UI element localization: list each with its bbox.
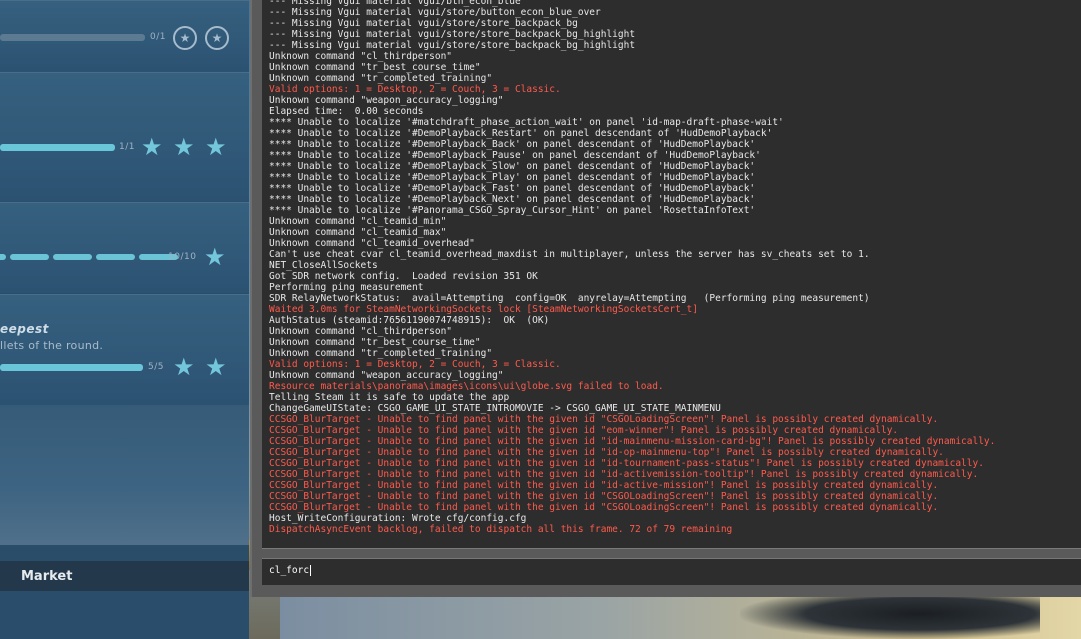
console-input[interactable]: cl_forc: [262, 558, 1081, 585]
console-line: **** Unable to localize '#DemoPlayback_F…: [269, 183, 756, 194]
mission-description: llets of the round.: [0, 339, 104, 352]
mission-lower-panel: [0, 405, 249, 545]
mission-progress-fill: [0, 364, 143, 371]
console-line: CCSGO_BlurTarget - Unable to find panel …: [269, 469, 979, 480]
market-label[interactable]: Market: [21, 569, 72, 584]
developer-console: --- Missing Vgui material vgui/btn_econ_…: [250, 0, 1081, 597]
mission-card[interactable]: 10/10 ★: [0, 202, 249, 293]
console-line: CCSGO_BlurTarget - Unable to find panel …: [269, 502, 939, 513]
console-line: CCSGO_BlurTarget - Unable to find panel …: [269, 447, 944, 458]
star-filled-icon: ★: [205, 133, 227, 161]
console-line: DispatchAsyncEvent backlog, failed to di…: [269, 524, 733, 535]
console-line: Performing ping measurement: [269, 282, 424, 293]
console-line: SDR RelayNetworkStatus: avail=Attempting…: [269, 293, 870, 304]
console-line: --- Missing Vgui material vgui/store/sto…: [269, 18, 578, 29]
console-line: Unknown command "cl_thirdperson": [269, 326, 453, 337]
console-line: Got SDR network config. Loaded revision …: [269, 271, 538, 282]
console-line: Unknown command "cl_teamid_min": [269, 216, 447, 227]
console-line: **** Unable to localize '#DemoPlayback_P…: [269, 150, 761, 161]
console-line: CCSGO_BlurTarget - Unable to find panel …: [269, 425, 899, 436]
star-outline-icon: ★: [205, 26, 229, 50]
console-line: Valid options: 1 = Desktop, 2 = Couch, 3…: [269, 84, 561, 95]
console-line: **** Unable to localize '#DemoPlayback_N…: [269, 194, 756, 205]
market-bar[interactable]: Market: [0, 561, 249, 591]
console-line: CCSGO_BlurTarget - Unable to find panel …: [269, 480, 939, 491]
mission-card[interactable]: eepest llets of the round. 5/5 ★ ★: [0, 294, 249, 405]
mission-card[interactable]: 1/1 ★ ★ ★: [0, 72, 249, 201]
text-caret: [310, 565, 312, 576]
star-filled-icon: ★: [205, 353, 227, 381]
console-line: Waited 3.0ms for SteamNetworkingSockets …: [269, 304, 698, 315]
mission-card[interactable]: 0/1 ★ ★: [0, 0, 249, 71]
star-filled-icon: ★: [173, 133, 195, 161]
console-line: Unknown command "tr_completed_training": [269, 348, 493, 359]
console-input-text[interactable]: cl_forc: [269, 565, 312, 576]
console-line: **** Unable to localize '#DemoPlayback_R…: [269, 128, 773, 139]
console-line: Valid options: 1 = Desktop, 2 = Couch, 3…: [269, 359, 561, 370]
console-line: --- Missing Vgui material vgui/btn_econ_…: [269, 0, 521, 7]
console-line: Unknown command "cl_thirdperson": [269, 51, 453, 62]
mission-progress-bar: [0, 364, 143, 371]
star-filled-icon: ★: [173, 353, 195, 381]
console-line: Resource materials\panorama\images\icons…: [269, 381, 664, 392]
console-line: **** Unable to localize '#Panorama_CSGO_…: [269, 205, 756, 216]
console-line: Unknown command "cl_teamid_max": [269, 227, 447, 238]
console-line: Unknown command "weapon_accuracy_logging…: [269, 370, 504, 381]
mission-progress-text: 10/10: [168, 252, 197, 262]
console-line: ChangeGameUIState: CSGO_GAME_UI_STATE_IN…: [269, 403, 721, 414]
mission-progress-text: 5/5: [148, 362, 164, 372]
console-line: --- Missing Vgui material vgui/store/sto…: [269, 29, 636, 40]
console-line: Host_WriteConfiguration: Wrote cfg/confi…: [269, 513, 527, 524]
console-line: Unknown command "cl_teamid_overhead": [269, 238, 475, 249]
console-line: CCSGO_BlurTarget - Unable to find panel …: [269, 414, 939, 425]
mission-title: eepest: [0, 322, 49, 336]
mission-progress-bar: [0, 34, 145, 41]
console-line: Can't use cheat cvar cl_teamid_overhead_…: [269, 249, 870, 260]
console-line: NET_CloseAllSockets: [269, 260, 378, 271]
console-line: Unknown command "tr_best_course_time": [269, 337, 481, 348]
mission-segmented-progress: [0, 254, 178, 260]
mission-progress-fill: [0, 144, 115, 151]
console-log[interactable]: --- Missing Vgui material vgui/btn_econ_…: [262, 0, 1081, 549]
console-line: Unknown command "tr_completed_training": [269, 73, 493, 84]
missions-panel: 0/1 ★ ★ 1/1 ★ ★ ★ 10/10 ★ eepest llets o…: [0, 0, 249, 639]
console-line: CCSGO_BlurTarget - Unable to find panel …: [269, 436, 996, 447]
mission-progress-text: 0/1: [150, 32, 166, 42]
console-line: --- Missing Vgui material vgui/store/but…: [269, 7, 601, 18]
console-line: AuthStatus (steamid:76561190074748915): …: [269, 315, 550, 326]
console-log-lines: --- Missing Vgui material vgui/btn_econ_…: [269, 0, 1079, 535]
star-filled-icon: ★: [204, 243, 226, 271]
console-line: Unknown command "tr_best_course_time": [269, 62, 481, 73]
character-figure: [740, 597, 1040, 639]
console-line: **** Unable to localize '#DemoPlayback_B…: [269, 139, 756, 150]
console-line: --- Missing Vgui material vgui/store/sto…: [269, 40, 636, 51]
mission-progress-text: 1/1: [119, 142, 135, 152]
console-line: Elapsed time: 0.00 seconds: [269, 106, 424, 117]
star-outline-icon: ★: [173, 26, 197, 50]
star-filled-icon: ★: [141, 133, 163, 161]
console-line: CCSGO_BlurTarget - Unable to find panel …: [269, 491, 939, 502]
console-line: **** Unable to localize '#DemoPlayback_P…: [269, 172, 756, 183]
console-line: Telling Steam it is safe to update the a…: [269, 392, 510, 403]
mission-progress-bar: [0, 144, 115, 151]
console-line: CCSGO_BlurTarget - Unable to find panel …: [269, 458, 984, 469]
console-line: Unknown command "weapon_accuracy_logging…: [269, 95, 504, 106]
console-line: **** Unable to localize '#DemoPlayback_S…: [269, 161, 756, 172]
console-line: **** Unable to localize '#matchdraft_pha…: [269, 117, 784, 128]
